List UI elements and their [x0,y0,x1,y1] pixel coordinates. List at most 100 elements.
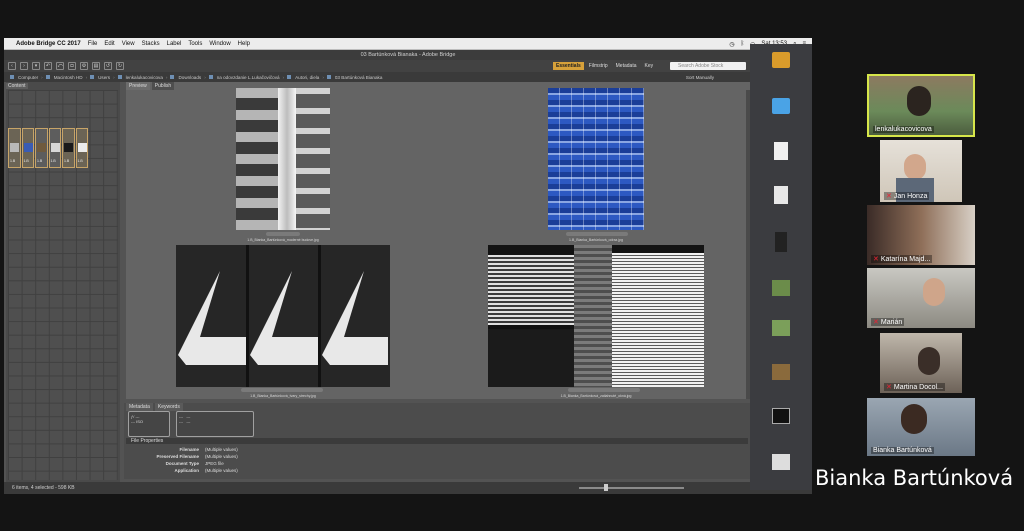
refine-icon[interactable]: ⚙ [80,62,88,70]
crumb-odovzdanie[interactable]: na odovzdanie L.Lukačovičová [217,75,280,80]
tab-preview[interactable]: Preview [126,82,150,90]
workspace-switcher: Essentials Filmstrip Metadata Key [553,62,656,70]
tab-content[interactable]: Content [6,83,28,89]
bluetooth-icon[interactable]: ᛒ [741,41,745,47]
image-rating-bar[interactable] [241,388,323,392]
workspace-essentials[interactable]: Essentials [553,62,584,70]
slider-knob[interactable] [604,484,608,491]
thumbnail[interactable]: 1.B [21,128,34,168]
tab-keywords[interactable]: Keywords [154,403,183,411]
forward-icon[interactable]: › [20,62,28,70]
content-panel: Content 1.B 1.B 1.B 1.B 1.B 1.B [6,82,120,484]
metadata-key: Filename [179,447,199,452]
muted-mic-icon: ✕ [886,384,892,391]
metadata-value: (Multiple values) [205,447,238,452]
preview-image-blinds[interactable] [488,245,704,387]
participant-tile[interactable]: ✕ Martina Docol... [880,333,962,393]
metadata-tabs: Metadata Keywords [126,403,183,411]
image-caption: 1.B_Bianka_Bartúnková_moderné budove.jpg [247,238,319,242]
stock-search-input[interactable]: Search Adobe Stock [670,62,746,70]
menu-help[interactable]: Help [238,41,250,47]
file-properties-header[interactable]: File Properties [126,438,748,444]
preview-image-building[interactable] [236,88,330,230]
open-recent-icon[interactable]: ▤ [92,62,100,70]
sort-dropdown[interactable]: Sort Manually [686,75,714,80]
thumbnail[interactable]: 1.B [62,128,75,168]
crumb-downloads[interactable]: Downloads [178,75,201,80]
participant-tile[interactable]: Bianka Bartúnková [867,398,975,456]
return-icon[interactable]: ↶ [44,62,52,70]
crumb-autori[interactable]: Autori, diela [295,75,319,80]
thumbnail-size-slider[interactable] [579,487,684,489]
thumbnail[interactable]: 1.B [8,128,21,168]
thumbnail[interactable]: 1.B [75,128,88,168]
crumb-computer[interactable]: Computer [18,75,38,80]
workspace-filmstrip[interactable]: Filmstrip [586,62,611,70]
menu-view[interactable]: View [122,41,135,47]
participant-name: Bianka Bartúnková [871,447,934,454]
image-rating-bar[interactable] [568,388,640,392]
recent-folders-icon[interactable]: ▾ [32,62,40,70]
folder-icon [287,75,292,79]
screenshot-icon[interactable] [775,232,787,252]
menu-file[interactable]: File [88,41,98,47]
thumbnail-strip: 1.B 1.B 1.B 1.B 1.B 1.B [8,128,88,168]
folder-icon [326,75,331,79]
desktop-area [750,44,812,490]
home-icon [117,75,122,79]
image-file-icon[interactable] [772,320,790,336]
workspace-key[interactable]: Key [642,62,657,70]
document-icon[interactable] [774,186,788,204]
muted-mic-icon: ✕ [873,256,879,263]
folder-icon [170,75,175,79]
bridge-window: Adobe Bridge CC 2017 File Edit View Stac… [4,38,812,494]
back-icon[interactable]: ‹ [8,62,16,70]
rotate-left-icon[interactable]: ↺ [104,62,112,70]
image-file-icon[interactable] [772,364,790,380]
metadata-panel: Metadata Keywords ƒ/ --- --- ISO --- ---… [124,403,752,479]
status-bar: 6 items, 4 selected - 598 KB [4,482,812,494]
preview-image-roof-shapes[interactable] [176,245,390,387]
metadata-key: Document Type [165,461,199,466]
preview-tabs: Preview Publish [126,82,175,90]
menu-stacks[interactable]: Stacks [142,41,160,47]
document-icon[interactable] [774,142,788,160]
breadcrumb: Computer › Macintosh HD › Users › lenkaluka… [4,72,812,82]
folder-icon[interactable] [772,98,790,114]
crumb-users[interactable]: Users [98,75,110,80]
menu-label[interactable]: Label [167,41,182,47]
image-file-icon[interactable] [772,408,790,424]
participant-tile[interactable]: ✕ Katarína Majd... [867,205,975,265]
thumbnail[interactable]: 1.B [35,128,48,168]
crumb-drive[interactable]: Macintosh HD [54,75,83,80]
drive-icon[interactable] [772,52,790,68]
menu-edit[interactable]: Edit [104,41,114,47]
metadata-value: (Multiple values) [205,468,238,473]
menu-tools[interactable]: Tools [188,41,202,47]
camera-icon[interactable]: ◘ [68,62,76,70]
tab-metadata[interactable]: Metadata [126,403,153,411]
image-rating-bar[interactable] [266,232,300,236]
image-rating-bar[interactable] [566,232,628,236]
menu-window[interactable]: Window [209,41,230,47]
crumb-home[interactable]: lenkalukacovicova [126,75,163,80]
metadata-row: Preserved Filename (Multiple values) [126,454,326,459]
tab-publish[interactable]: Publish [151,82,175,90]
image-caption: 1.B_Bianka_Bartúnková_zatiahnuté_okná.jp… [560,394,632,398]
workspace-metadata[interactable]: Metadata [613,62,640,70]
participant-tile[interactable]: ✕ Marián [867,268,975,328]
metadata-row: Document Type JPEG file [126,461,326,466]
participant-tile[interactable]: ✕ Jan Honza [880,140,962,202]
preview-image-glass-tower[interactable] [548,88,644,230]
participant-name: ✕ Jan Honza [884,192,930,200]
crumb-current[interactable]: 03 Bartúnková Bianaka [335,75,383,80]
time-machine-icon[interactable]: ◷ [729,41,734,48]
image-file-icon[interactable] [772,454,790,470]
menu-app-name[interactable]: Adobe Bridge CC 2017 [16,41,81,47]
drive-icon [45,75,50,79]
image-file-icon[interactable] [772,280,790,296]
thumbnail[interactable]: 1.B [48,128,61,168]
boomerang-icon[interactable]: ⤺ [56,62,64,70]
participant-tile[interactable]: lenkalukacovicova [867,74,975,137]
rotate-right-icon[interactable]: ↻ [116,62,124,70]
